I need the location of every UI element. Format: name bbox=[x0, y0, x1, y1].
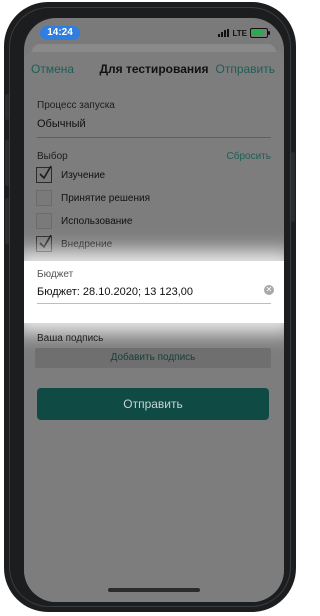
home-indicator bbox=[108, 588, 200, 592]
power-button bbox=[291, 152, 295, 222]
clear-icon[interactable]: ✕ bbox=[264, 285, 274, 295]
volume-up-button bbox=[5, 140, 9, 186]
budget-label: Бюджет bbox=[37, 269, 74, 280]
option-implementation[interactable]: Внедрение bbox=[36, 234, 113, 253]
option-label: Принятие решения bbox=[61, 192, 151, 204]
volume-down-button bbox=[5, 198, 9, 244]
checkbox[interactable] bbox=[36, 165, 52, 183]
add-signature-button[interactable]: Добавить подпись bbox=[35, 348, 271, 368]
checkbox[interactable] bbox=[36, 234, 52, 252]
launch-process-label: Процесс запуска bbox=[37, 100, 115, 111]
choice-label: Выбор bbox=[37, 151, 68, 162]
form-sheet: Отмена Для тестирования Отправить Процес… bbox=[24, 44, 284, 602]
option-study[interactable]: Изучение bbox=[36, 165, 106, 184]
screen: 14:24 LTE Отмена Для тестирования Отправ… bbox=[24, 18, 284, 602]
status-time: 14:24 bbox=[40, 26, 80, 40]
option-usage[interactable]: Использование bbox=[36, 212, 132, 230]
network-type: LTE bbox=[232, 28, 247, 38]
signal-icon bbox=[218, 29, 230, 37]
mute-switch bbox=[5, 94, 9, 120]
battery-icon bbox=[250, 28, 270, 38]
budget-field-highlight: Бюджет Бюджет: 28.10.2020; 13 123,00 ✕ bbox=[24, 261, 284, 323]
option-decision[interactable]: Принятие решения bbox=[36, 189, 150, 207]
budget-input[interactable]: Бюджет: 28.10.2020; 13 123,00 bbox=[37, 286, 193, 298]
launch-process-field[interactable]: Обычный bbox=[37, 118, 86, 130]
status-bar: 14:24 LTE bbox=[24, 18, 284, 46]
option-label: Внедрение bbox=[61, 238, 113, 250]
sheet-stack-edge bbox=[32, 44, 276, 52]
submit-button[interactable]: Отправить bbox=[37, 388, 269, 420]
phone-frame: 14:24 LTE Отмена Для тестирования Отправ… bbox=[4, 2, 296, 612]
launch-process-underline bbox=[37, 137, 271, 138]
reset-button[interactable]: Сбросить bbox=[227, 151, 271, 162]
option-label: Использование bbox=[61, 215, 133, 227]
send-nav-button[interactable]: Отправить bbox=[215, 62, 275, 76]
signature-label: Ваша подпись bbox=[37, 333, 104, 344]
checkbox[interactable] bbox=[36, 213, 52, 229]
budget-underline bbox=[37, 303, 271, 304]
checkbox[interactable] bbox=[36, 190, 52, 206]
nav-bar: Отмена Для тестирования Отправить bbox=[24, 56, 284, 84]
checkmark-icon bbox=[39, 165, 52, 180]
option-label: Изучение bbox=[61, 169, 106, 181]
checkmark-icon bbox=[39, 234, 52, 249]
status-indicators: LTE bbox=[218, 27, 270, 39]
